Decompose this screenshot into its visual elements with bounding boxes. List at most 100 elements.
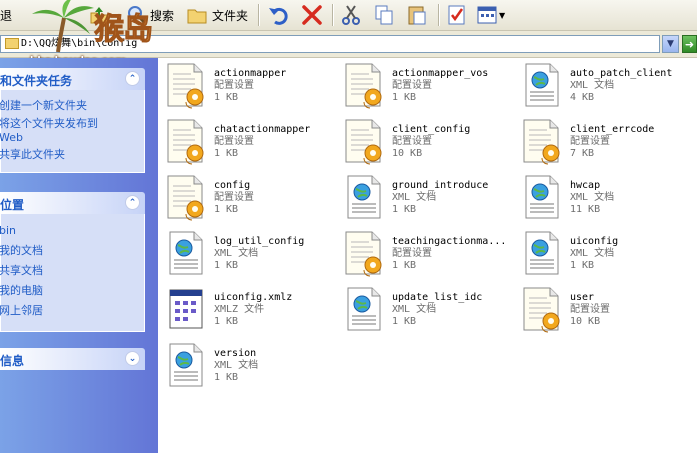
file-item[interactable]: teachingactionma... 配置设置 1 KB: [336, 228, 511, 280]
config-file-icon: [342, 60, 386, 110]
file-type: XML 文档: [214, 248, 259, 259]
place-network[interactable]: 网上邻居: [0, 301, 144, 321]
file-size: 10 KB: [570, 316, 601, 327]
search-button[interactable]: 搜索: [126, 3, 174, 27]
file-name: hwcap: [570, 180, 601, 191]
folder-tasks-body: 创建一个新文件夹 将这个文件夹发布到 Web 共享此文件夹: [0, 90, 145, 173]
other-places-header[interactable]: 位置 ⌃: [0, 192, 145, 214]
file-item[interactable]: ground_introduce XML 文档 1 KB: [336, 172, 511, 224]
file-size: 1 KB: [570, 260, 595, 271]
file-type: XMLZ 文件: [214, 304, 265, 315]
file-item[interactable]: version XML 文档 1 KB: [158, 340, 333, 392]
file-item[interactable]: uiconfig.xmlz XMLZ 文件 1 KB: [158, 284, 333, 336]
file-size: 4 KB: [570, 92, 595, 103]
xmlz-file-icon: [164, 284, 208, 334]
file-name: ground_introduce: [392, 180, 489, 191]
file-item[interactable]: actionmapper 配置设置 1 KB: [158, 60, 333, 112]
go-button[interactable]: ➜: [682, 35, 697, 53]
undo-button[interactable]: [268, 3, 290, 27]
paste-button[interactable]: [406, 3, 428, 27]
folder-tasks-header[interactable]: 和文件夹任务 ⌃: [0, 68, 145, 90]
file-name: uiconfig.xmlz: [214, 292, 293, 303]
collapse-chevron-icon[interactable]: ⌃: [125, 195, 140, 210]
task-new-folder[interactable]: 创建一个新文件夹: [0, 96, 144, 115]
address-bar: D:\QQ炫舞\bin\config ▼ ➜: [0, 31, 697, 58]
folders-button[interactable]: 文件夹: [186, 3, 248, 27]
place-my-documents[interactable]: 我的文档: [0, 241, 144, 261]
file-size: 1 KB: [214, 148, 239, 159]
task-share-folder[interactable]: 共享此文件夹: [0, 145, 144, 166]
address-input[interactable]: D:\QQ炫舞\bin\config: [0, 35, 660, 53]
properties-button[interactable]: [446, 3, 468, 27]
file-size: 7 KB: [570, 148, 595, 159]
file-item[interactable]: auto_patch_client XML 文档 4 KB: [514, 60, 689, 112]
place-shared-documents[interactable]: 共享文档: [0, 261, 144, 281]
file-item[interactable]: hwcap XML 文档 11 KB: [514, 172, 689, 224]
file-item[interactable]: chatactionmapper 配置设置 1 KB: [158, 116, 333, 168]
delete-button[interactable]: [301, 3, 323, 27]
delete-x-icon: [301, 4, 323, 26]
address-dropdown-button[interactable]: ▼: [662, 35, 679, 53]
file-item[interactable]: client_config 配置设置 10 KB: [336, 116, 511, 168]
copy-icon: [373, 4, 395, 26]
toolbar: 退 搜索 文件夹 ▼: [0, 0, 697, 31]
views-button[interactable]: ▼: [476, 3, 505, 27]
task-publish-web-cont[interactable]: Web: [0, 131, 144, 145]
file-type: XML 文档: [570, 80, 615, 91]
other-places-title: 位置: [0, 198, 25, 212]
file-name: actionmapper: [214, 68, 287, 79]
cut-button[interactable]: [340, 3, 362, 27]
back-button[interactable]: 退: [0, 3, 12, 27]
up-button[interactable]: [88, 3, 110, 27]
file-item[interactable]: uiconfig XML 文档 1 KB: [514, 228, 689, 280]
collapse-chevron-icon[interactable]: ⌃: [125, 71, 140, 86]
file-item[interactable]: user 配置设置 10 KB: [514, 284, 689, 336]
file-size: 1 KB: [214, 260, 239, 271]
folders-icon: [186, 4, 208, 26]
file-type: 配置设置: [392, 136, 432, 147]
folder-tasks-title: 和文件夹任务: [0, 74, 73, 88]
config-file-icon: [164, 60, 208, 110]
file-item[interactable]: actionmapper_vos 配置设置 1 KB: [336, 60, 511, 112]
place-my-computer[interactable]: 我的电脑: [0, 281, 144, 301]
chevron-down-icon: ▼: [667, 39, 674, 49]
file-type: XML 文档: [392, 304, 437, 315]
file-size: 1 KB: [392, 204, 417, 215]
xml-file-icon: [342, 284, 386, 334]
details-title: 信息: [0, 354, 25, 368]
left-task-pane: 和文件夹任务 ⌃ 创建一个新文件夹 将这个文件夹发布到 Web 共享此文件夹 位…: [0, 58, 158, 453]
file-name: uiconfig: [570, 236, 619, 247]
address-path: D:\QQ炫舞\bin\config: [21, 38, 138, 49]
file-type: XML 文档: [392, 192, 437, 203]
file-item[interactable]: log_util_config XML 文档 1 KB: [158, 228, 333, 280]
file-item[interactable]: client_errcode 配置设置 7 KB: [514, 116, 689, 168]
config-file-icon: [342, 116, 386, 166]
copy-button[interactable]: [373, 3, 395, 27]
views-dropdown-arrow-icon: ▼: [499, 10, 506, 20]
file-type: 配置设置: [214, 80, 254, 91]
file-item[interactable]: config 配置设置 1 KB: [158, 172, 333, 224]
file-item[interactable]: update_list_idc XML 文档 1 KB: [336, 284, 511, 336]
folder-icon: [5, 38, 19, 49]
file-name: client_config: [392, 124, 471, 135]
config-file-icon: [342, 228, 386, 278]
xml-file-icon: [520, 228, 564, 278]
place-bin[interactable]: bin: [0, 221, 144, 241]
file-size: 1 KB: [392, 316, 417, 327]
views-icon: [476, 4, 498, 26]
xml-file-icon: [342, 172, 386, 222]
file-type: 配置设置: [392, 248, 432, 259]
file-name: config: [214, 180, 251, 191]
config-file-icon: [520, 284, 564, 334]
task-publish-web[interactable]: 将这个文件夹发布到: [0, 115, 144, 131]
file-name: version: [214, 348, 257, 359]
go-arrow-icon: ➜: [684, 37, 695, 51]
file-list-view: actionmapper 配置设置 1 KB actionmapper_vos 配置设置…: [158, 58, 697, 453]
back-label: 退: [0, 8, 13, 23]
folders-label: 文件夹: [212, 8, 249, 23]
details-header[interactable]: 信息 ⌄: [0, 348, 145, 370]
expand-chevron-icon[interactable]: ⌄: [125, 351, 140, 366]
file-size: 1 KB: [392, 260, 417, 271]
file-size: 1 KB: [214, 204, 239, 215]
file-type: 配置设置: [214, 136, 254, 147]
